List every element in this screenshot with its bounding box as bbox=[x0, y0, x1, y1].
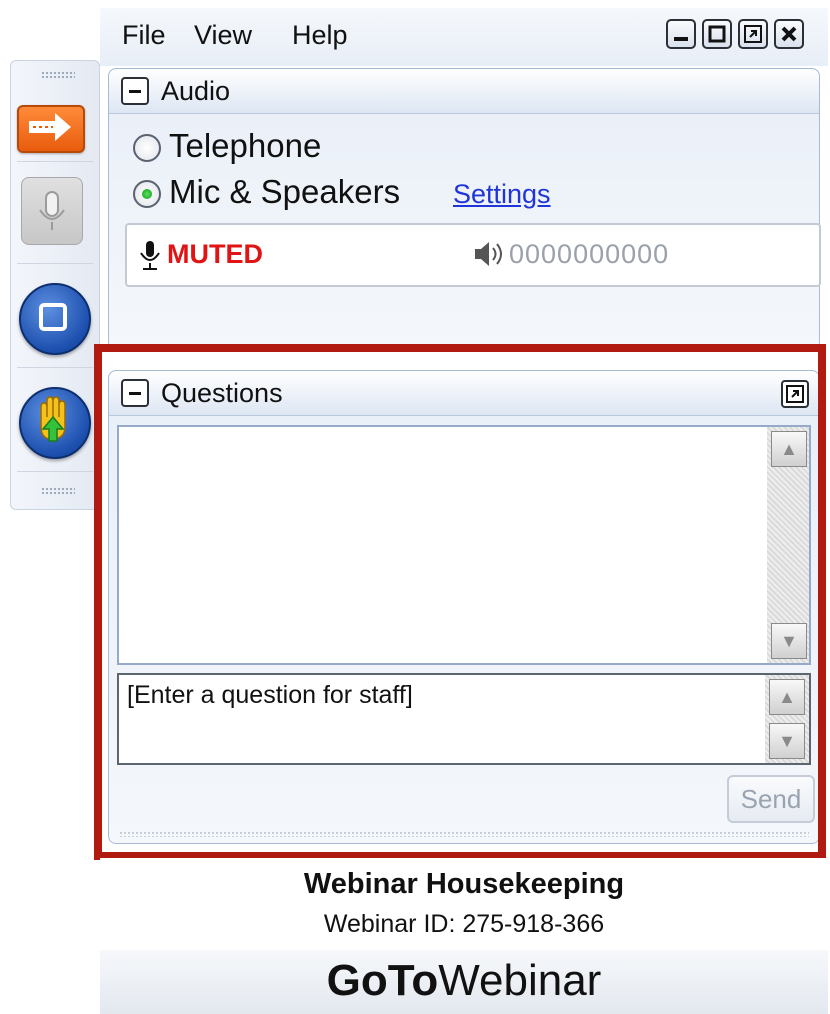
toolbar-divider bbox=[17, 263, 93, 264]
control-panel-window: File View Help Audio Telephone Mic & Spe… bbox=[94, 8, 828, 1014]
minimize-icon bbox=[674, 37, 688, 41]
speaker-icon bbox=[475, 242, 502, 266]
toolbar-grip-bottom[interactable] bbox=[41, 487, 75, 495]
mic-speakers-label: Mic & Speakers bbox=[169, 173, 401, 210]
toolbar-divider bbox=[17, 367, 93, 368]
brand-logo: GoToWebinar bbox=[100, 956, 828, 1006]
menu-file[interactable]: File bbox=[122, 20, 166, 51]
audio-option-telephone[interactable]: Telephone bbox=[133, 127, 321, 165]
webinar-title: Webinar Housekeeping bbox=[303, 868, 625, 900]
brand-bar: GoToWebinar bbox=[100, 950, 828, 1014]
arrow-right-icon bbox=[29, 113, 71, 141]
restore-button[interactable] bbox=[738, 19, 768, 49]
mic-speakers-radio[interactable] bbox=[133, 180, 161, 209]
menu-view[interactable]: View bbox=[194, 20, 252, 51]
maximize-icon bbox=[708, 25, 726, 43]
audio-settings-link[interactable]: Settings bbox=[453, 179, 551, 210]
close-button[interactable] bbox=[774, 19, 804, 49]
screen-share-icon bbox=[39, 303, 67, 331]
audio-panel-header: Audio bbox=[109, 69, 819, 114]
control-toolbar bbox=[10, 60, 100, 510]
mute-status: MUTED bbox=[167, 239, 263, 269]
audio-option-mic-speakers[interactable]: Mic & Speakers bbox=[133, 173, 400, 211]
audio-level-meter: 0000000000 bbox=[509, 239, 670, 269]
questions-highlight-frame bbox=[94, 344, 826, 860]
minimize-button[interactable] bbox=[666, 19, 696, 49]
audio-status-box: MUTED 0000000000 bbox=[125, 223, 821, 287]
webinar-id: Webinar ID: 275-918-366 bbox=[323, 910, 605, 938]
webinar-info: Webinar Housekeeping Webinar ID: 275-918… bbox=[100, 858, 828, 948]
screen-share-button[interactable] bbox=[19, 283, 91, 355]
audio-panel: Audio Telephone Mic & Speakers Settings … bbox=[108, 68, 821, 350]
menu-help[interactable]: Help bbox=[292, 20, 348, 51]
toolbar-grip-top[interactable] bbox=[41, 71, 75, 79]
raise-hand-button[interactable] bbox=[19, 387, 91, 459]
restore-icon bbox=[744, 25, 762, 43]
raise-hand-icon bbox=[40, 396, 66, 442]
telephone-radio[interactable] bbox=[133, 134, 161, 163]
audio-collapse-button[interactable] bbox=[121, 77, 149, 105]
microphone-icon bbox=[39, 191, 65, 230]
audio-panel-title: Audio bbox=[161, 76, 231, 106]
maximize-button[interactable] bbox=[702, 19, 732, 49]
telephone-label: Telephone bbox=[169, 127, 322, 164]
brand-logo-light: Webinar bbox=[438, 956, 602, 1005]
microphone-button[interactable] bbox=[21, 177, 83, 245]
microphone-icon bbox=[140, 241, 160, 270]
toolbar-divider bbox=[17, 161, 93, 162]
close-icon bbox=[781, 26, 797, 42]
show-hide-panel-button[interactable] bbox=[17, 105, 85, 153]
toolbar-divider bbox=[17, 471, 93, 472]
brand-logo-bold: GoTo bbox=[326, 956, 439, 1005]
menu-bar: File View Help bbox=[100, 8, 828, 66]
